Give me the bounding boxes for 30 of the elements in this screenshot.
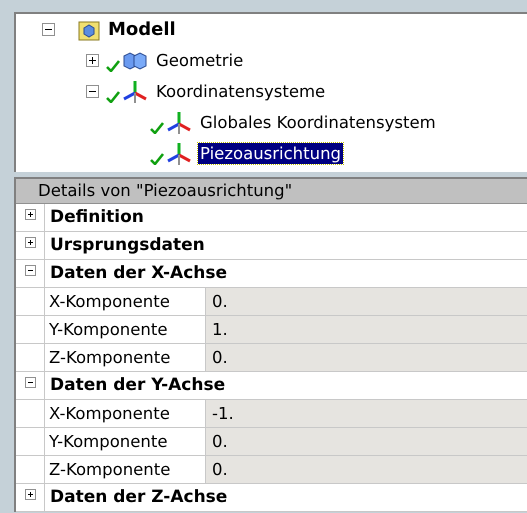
expand-toggle[interactable] — [86, 54, 99, 67]
expand-toggle[interactable] — [24, 377, 36, 388]
axes-icon — [122, 78, 148, 104]
group-heading[interactable]: Ursprungsdaten — [44, 232, 527, 259]
expand-toggle[interactable] — [86, 85, 99, 98]
tree-item[interactable]: Piezoausrichtung — [198, 143, 343, 164]
tree-item[interactable]: Geometrie — [154, 50, 246, 71]
expand-toggle[interactable] — [42, 23, 55, 36]
expand-toggle[interactable] — [24, 489, 36, 500]
property-value[interactable]: 0. — [206, 428, 527, 455]
axes-icon — [166, 110, 192, 136]
group-heading[interactable]: Daten der Y-Achse — [44, 372, 527, 399]
cubes-icon — [122, 50, 148, 72]
cube-folder-icon — [78, 18, 100, 40]
details-header: Details von "Piezoausrichtung" — [16, 179, 527, 204]
property-value[interactable]: 1. — [206, 316, 527, 343]
group-heading[interactable]: Daten der X-Achse — [44, 260, 527, 287]
property-value[interactable]: -1. — [206, 400, 527, 427]
expand-toggle[interactable] — [24, 237, 36, 248]
axes-icon — [166, 140, 192, 166]
expand-toggle[interactable] — [24, 209, 36, 220]
group-heading[interactable]: Definition — [44, 204, 527, 231]
tree-item[interactable]: Koordinatensysteme — [154, 81, 328, 102]
expand-toggle[interactable] — [24, 265, 36, 276]
tree-item[interactable]: Globales Koordinatensystem — [198, 112, 438, 133]
property-value[interactable]: 0. — [206, 344, 527, 371]
group-heading[interactable]: Daten der Z-Achse — [44, 484, 527, 511]
property-value[interactable]: 0. — [206, 456, 527, 483]
property-value[interactable]: 0. — [206, 288, 527, 315]
tree-item[interactable]: Modell — [106, 18, 178, 41]
